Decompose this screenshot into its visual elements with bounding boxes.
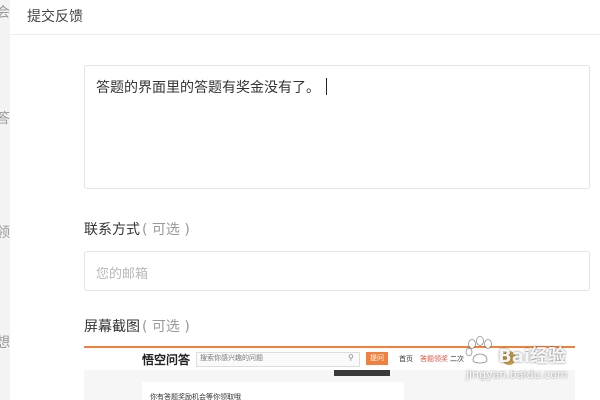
preview-card: 你有答题奖励机会等你领取哦 [142, 382, 404, 400]
screenshot-label-text: 屏幕截图 [84, 319, 140, 335]
preview-nav-answer: 答题领奖 [420, 355, 448, 363]
background-glyph: 想 [0, 335, 10, 351]
preview-card-text: 你有答题奖励机会等你领取哦 [150, 393, 241, 400]
contact-optional-hint: ( 可选 ) [142, 222, 190, 238]
contact-label: 联系方式( 可选 ) [84, 219, 190, 239]
preview-ask-button: 提问 [366, 352, 388, 365]
feedback-content: 答题的界面里的答题有奖金没有了。 [96, 80, 320, 96]
feedback-text: 答题的界面里的答题有奖金没有了。 [96, 77, 327, 97]
email-field[interactable]: 您的邮箱 [84, 251, 590, 291]
preview-search-text: 搜索你感兴趣的问题 [200, 354, 263, 362]
preview-search-box: 搜索你感兴趣的问题 [196, 352, 360, 367]
preview-topbar: 悟空问答 搜索你感兴趣的问题 ⚲ 提问 首页 答题领奖 二次 [84, 348, 575, 370]
background-glyph: 答 [0, 111, 10, 127]
feedback-page: 会 答 领 想 提交反馈 答题的界面里的答题有奖金没有了。 联系方式( 可选 )… [0, 0, 600, 400]
preview-dark-banner [334, 370, 390, 376]
preview-nav-home: 首页 [399, 355, 413, 363]
feedback-textarea[interactable]: 答题的界面里的答题有奖金没有了。 [84, 65, 590, 189]
dialog-header: 提交反馈 [10, 0, 600, 35]
background-glyph: 会 [0, 5, 10, 21]
screenshot-optional-hint: ( 可选 ) [142, 319, 190, 335]
email-placeholder: 您的邮箱 [96, 267, 149, 282]
text-caret [326, 78, 327, 95]
preview-search-icon: ⚲ [348, 353, 354, 362]
preview-nav-more: 二次 [450, 355, 464, 363]
contact-label-text: 联系方式 [84, 222, 140, 238]
screenshot-preview[interactable]: 悟空问答 搜索你感兴趣的问题 ⚲ 提问 首页 答题领奖 二次 你有答题奖励机会等… [84, 346, 575, 400]
preview-logo: 悟空问答 [142, 353, 191, 367]
background-page-edge: 会 答 领 想 [0, 0, 10, 400]
preview-avatar [502, 351, 516, 365]
background-glyph: 领 [0, 225, 10, 241]
dialog-title: 提交反馈 [27, 9, 83, 25]
screenshot-label: 屏幕截图( 可选 ) [84, 316, 190, 336]
